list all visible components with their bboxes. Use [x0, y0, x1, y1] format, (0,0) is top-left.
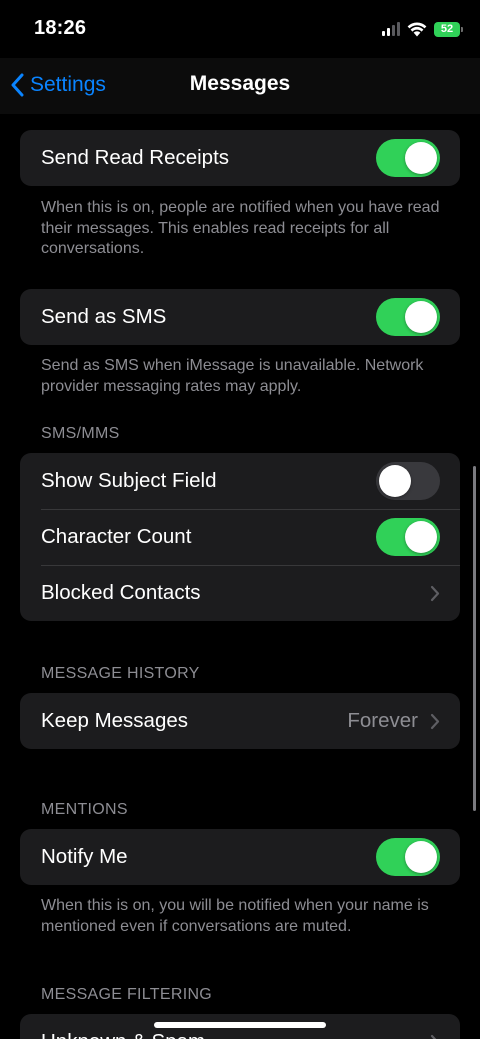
- character-count-row: Character Count: [20, 509, 460, 565]
- status-icons: 52: [382, 20, 463, 38]
- home-indicator[interactable]: [154, 1022, 326, 1028]
- page-title: Messages: [189, 72, 291, 95]
- character-count-label: Character Count: [41, 525, 192, 548]
- toggle-knob: [405, 142, 437, 174]
- show-subject-field-toggle[interactable]: [376, 462, 440, 500]
- character-count-toggle[interactable]: [376, 518, 440, 556]
- mentions-group: Notify Me: [20, 829, 460, 885]
- send-read-receipts-toggle[interactable]: [376, 139, 440, 177]
- battery-level: 52: [440, 23, 454, 35]
- wifi-icon: [407, 22, 427, 36]
- chevron-right-icon: [430, 1034, 440, 1039]
- scroll-indicator[interactable]: [473, 466, 476, 811]
- toggle-knob: [405, 841, 437, 873]
- show-subject-field-label: Show Subject Field: [41, 469, 217, 492]
- toggle-knob: [379, 465, 411, 497]
- send-as-sms-row: Send as SMS: [20, 289, 460, 345]
- chevron-right-icon: [430, 585, 440, 602]
- mentions-header: MENTIONS: [41, 801, 128, 818]
- send-as-sms-footer: Send as SMS when iMessage is unavailable…: [41, 357, 424, 395]
- chevron-right-icon: [430, 713, 440, 730]
- keep-messages-value: Forever: [347, 709, 418, 732]
- status-bar: 18:26 52: [0, 0, 480, 58]
- blocked-contacts-label: Blocked Contacts: [41, 581, 201, 604]
- message-filtering-header: MESSAGE FILTERING: [41, 986, 213, 1003]
- sms-mms-header: SMS/MMS: [41, 425, 120, 442]
- toggle-knob: [405, 301, 437, 333]
- notify-me-row: Notify Me: [20, 829, 460, 885]
- keep-messages-label: Keep Messages: [41, 709, 189, 732]
- read-receipts-group: Send Read Receipts: [20, 130, 460, 186]
- status-time: 18:26: [34, 17, 87, 39]
- send-read-receipts-row: Send Read Receipts: [20, 130, 460, 186]
- cellular-signal-icon: [382, 22, 400, 36]
- notify-me-toggle[interactable]: [376, 838, 440, 876]
- show-subject-field-row: Show Subject Field: [20, 453, 460, 509]
- send-as-sms-label: Send as SMS: [41, 305, 167, 328]
- blocked-contacts-row[interactable]: Blocked Contacts: [20, 565, 460, 621]
- battery-icon: 52: [434, 21, 463, 37]
- message-history-group: Keep Messages Forever: [20, 693, 460, 749]
- unknown-spam-label: Unknown & Spam: [41, 1030, 430, 1039]
- message-history-header: MESSAGE HISTORY: [41, 665, 200, 682]
- keep-messages-row[interactable]: Keep Messages Forever: [20, 693, 460, 749]
- send-read-receipts-label: Send Read Receipts: [41, 146, 230, 169]
- notify-me-label: Notify Me: [41, 845, 128, 868]
- sms-mms-group: Show Subject Field Character Count Block…: [20, 453, 460, 621]
- toggle-knob: [405, 521, 437, 553]
- send-as-sms-group: Send as SMS: [20, 289, 460, 345]
- settings-list[interactable]: Send Read Receipts When this is on, peop…: [0, 114, 480, 1039]
- read-receipts-footer: When this is on, people are notified whe…: [41, 199, 440, 257]
- send-as-sms-toggle[interactable]: [376, 298, 440, 336]
- navigation-bar: Settings Messages: [0, 58, 480, 114]
- mentions-footer: When this is on, you will be notified wh…: [41, 897, 429, 935]
